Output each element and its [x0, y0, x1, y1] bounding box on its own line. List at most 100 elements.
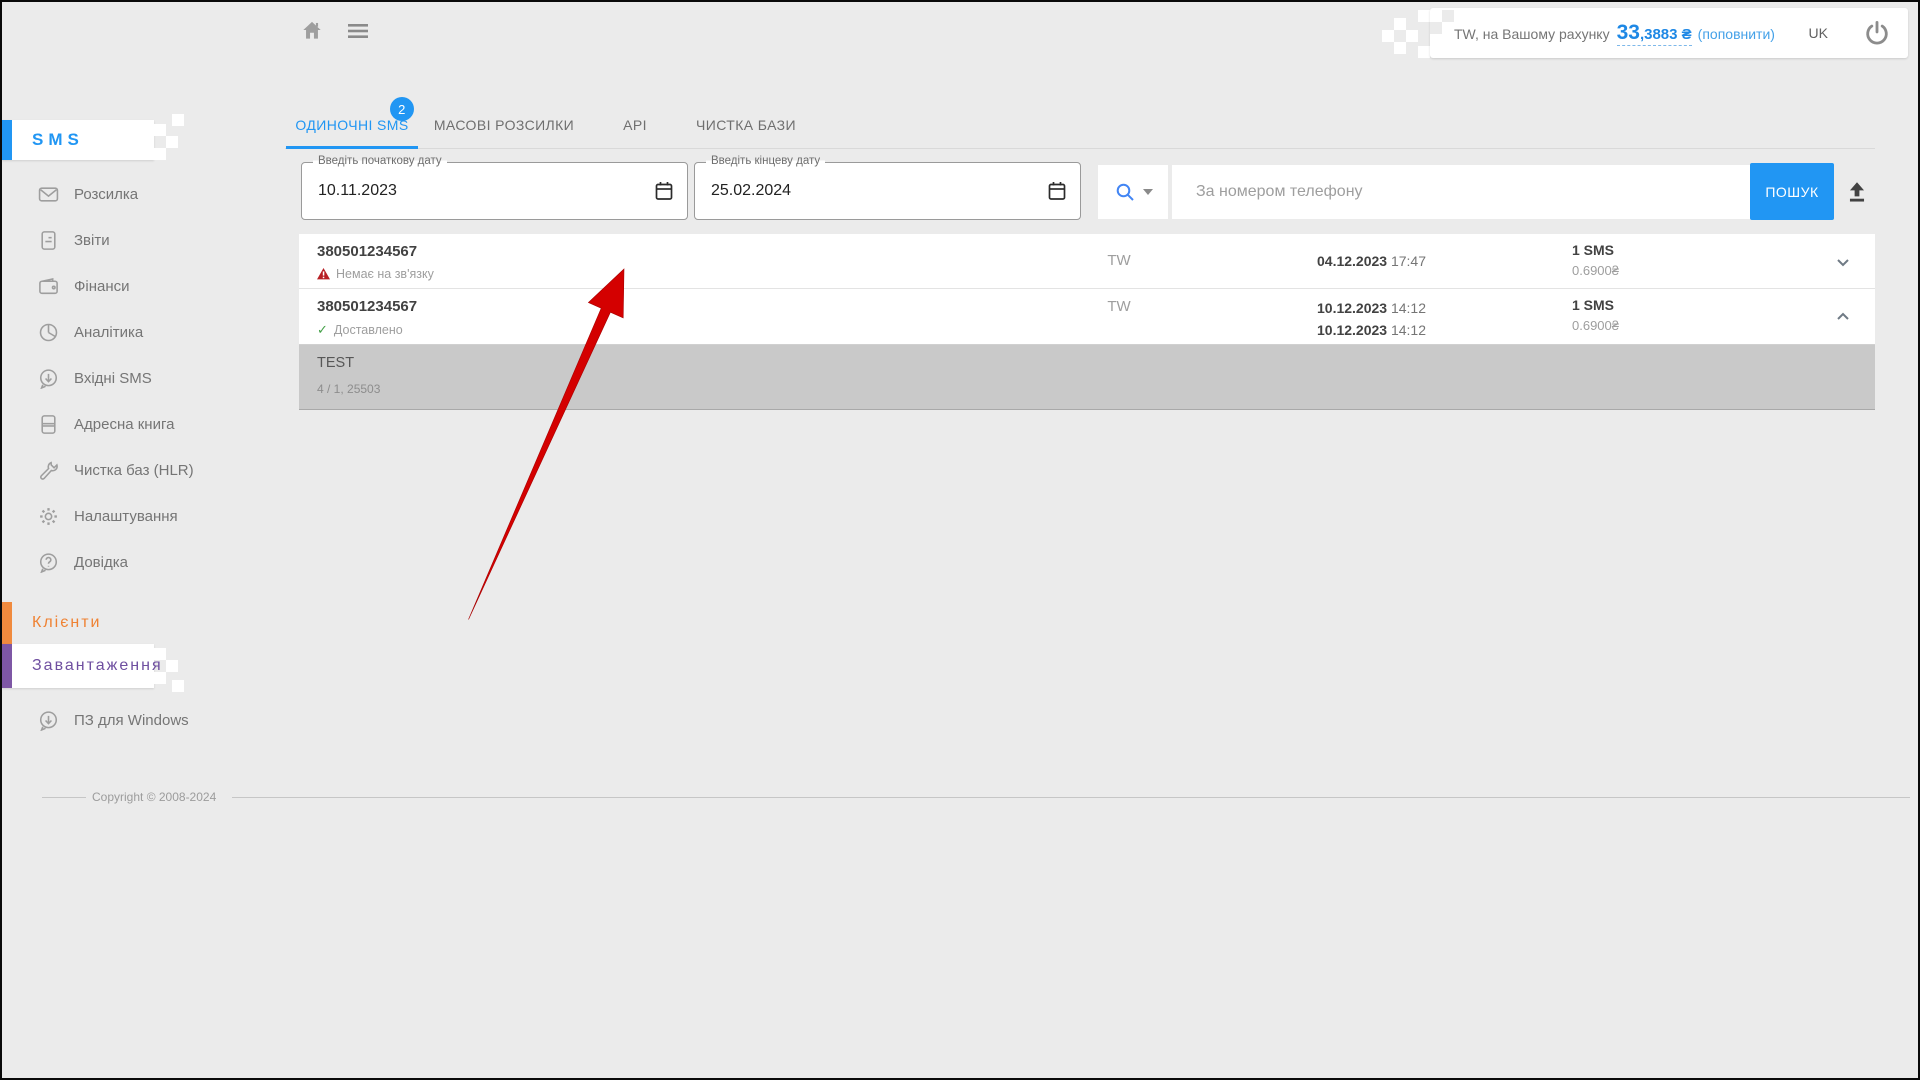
pixel-decor [154, 648, 166, 660]
sidebar-item-label: Аналітика [74, 324, 143, 341]
row-datetime: 04.12.2023 17:47 [1317, 253, 1426, 269]
upload-icon [1844, 179, 1870, 205]
pixel-decor [154, 124, 166, 136]
date-to-input[interactable]: Введіть кінцеву дату 25.02.2024 [694, 162, 1081, 220]
tab-single-sms[interactable]: ОДИНОЧНІ SMS 2 [286, 100, 418, 149]
balance-main: 33 [1617, 21, 1640, 44]
inbox-bubble-icon [38, 368, 59, 389]
row-date: 10.12.2023 [1317, 300, 1387, 316]
pixel-decor [172, 114, 184, 126]
home-button[interactable] [296, 14, 328, 46]
pixel-decor [1430, 22, 1442, 34]
sidebar-item-label: Чистка баз (HLR) [74, 462, 194, 479]
collapse-row-button[interactable] [1831, 305, 1855, 334]
tab-label: МАСОВІ РОЗСИЛКИ [434, 117, 574, 133]
row-time: 14:12 [1391, 322, 1426, 338]
row-sms-count: 1 SMS [1572, 242, 1614, 258]
sidebar-section-sms-label: SMS [32, 130, 84, 150]
sidebar-item-label: Адресна книга [74, 416, 174, 433]
tab-label: ЧИСТКА БАЗИ [696, 117, 796, 133]
gear-icon [38, 506, 59, 527]
pixel-decor [1418, 46, 1430, 58]
row-sender: TW [1059, 252, 1179, 269]
warning-icon [317, 268, 330, 280]
tab-base-cleaning[interactable]: ЧИСТКА БАЗИ [682, 100, 810, 149]
date-from-value: 10.11.2023 [318, 163, 397, 219]
chevron-down-icon [1143, 189, 1153, 195]
tab-badge: 2 [390, 97, 414, 121]
search-input[interactable] [1172, 165, 1750, 219]
pixel-decor [1418, 10, 1430, 22]
chevron-down-icon [1831, 250, 1855, 274]
sidebar-item-rozsylka[interactable]: Розсилка [2, 171, 272, 217]
chevron-up-icon [1831, 305, 1855, 329]
balance-amount[interactable]: 33,3883 ₴ [1617, 21, 1692, 46]
export-button[interactable] [1842, 177, 1872, 207]
topup-link[interactable]: (поповнити) [1698, 26, 1775, 42]
row-phone: 380501234567 [317, 243, 417, 260]
pixel-decor [166, 136, 178, 148]
address-book-icon [38, 414, 59, 435]
table-row[interactable]: 380501234567 ✓ Доставлено TW 10.12.2023 … [299, 289, 1875, 345]
sidebar-item-chystka-baz[interactable]: Чистка баз (HLR) [2, 447, 272, 493]
sidebar-section-sms[interactable]: SMS [2, 120, 154, 160]
row-status-text: Немає на зв'язку [336, 267, 434, 281]
sidebar-item-label: Звіти [74, 232, 110, 249]
sidebar-section-downloads[interactable]: Завантаження [2, 644, 154, 688]
search-type-dropdown[interactable] [1098, 165, 1168, 219]
row-time: 14:12 [1391, 300, 1426, 316]
sidebar-item-adresna-knyha[interactable]: Адресна книга [2, 401, 272, 447]
tab-api[interactable]: API [609, 100, 661, 149]
search-icon [1114, 181, 1136, 203]
sidebar-item-vhidni-sms[interactable]: Вхідні SMS [2, 355, 272, 401]
pixel-decor [1394, 18, 1406, 30]
home-icon [299, 17, 325, 43]
sidebar-item-windows-software[interactable]: ПЗ для Windows [2, 697, 272, 743]
sidebar-item-nalashtuvannia[interactable]: Налаштування [2, 493, 272, 539]
sidebar-item-dovidka[interactable]: Довідка [2, 539, 272, 585]
sidebar-item-label: Довідка [74, 554, 128, 571]
language-label: UK [1809, 25, 1828, 41]
expand-row-button[interactable] [1831, 250, 1855, 279]
hamburger-menu-button[interactable] [344, 17, 372, 45]
sidebar-item-analityka[interactable]: Аналітика [2, 309, 272, 355]
app-window: TW, на Вашому рахунку 33,3883 ₴ (поповни… [0, 0, 1920, 1080]
search-button[interactable]: ПОШУК [1750, 163, 1834, 220]
row-datetime: 10.12.2023 14:1210.12.2023 14:12 [1317, 297, 1426, 341]
copyright: Copyright © 2008-2024 [92, 790, 216, 804]
row-time: 17:47 [1391, 253, 1426, 269]
sidebar-section-downloads-label: Завантаження [32, 657, 163, 675]
table-row[interactable]: 380501234567 Немає на зв'язку TW 04.12.2… [299, 234, 1875, 289]
row-status: Немає на зв'язку [317, 267, 434, 281]
search-field-wrap [1172, 165, 1750, 219]
logout-button[interactable] [1862, 18, 1892, 48]
balance-fraction: ,3883 ₴ [1640, 26, 1692, 43]
row-price: 0.6900₴ [1572, 318, 1619, 333]
sidebar-item-label: ПЗ для Windows [74, 712, 189, 729]
download-bubble-icon [38, 710, 59, 731]
calendar-icon[interactable] [654, 180, 674, 207]
question-icon [38, 552, 59, 573]
date-from-input[interactable]: Введіть початкову дату 10.11.2023 [301, 162, 688, 220]
date-to-value: 25.02.2024 [711, 163, 791, 219]
divider [232, 797, 1910, 798]
tab-mass-mailings[interactable]: МАСОВІ РОЗСИЛКИ [418, 100, 590, 149]
sidebar-item-zvity[interactable]: Звіти [2, 217, 272, 263]
pie-chart-icon [38, 322, 59, 343]
row-status-text: Доставлено [334, 323, 403, 337]
row-status: ✓ Доставлено [317, 322, 403, 338]
sidebar-item-label: Налаштування [74, 508, 178, 525]
row-date: 04.12.2023 [1317, 253, 1387, 269]
row-phone: 380501234567 [317, 298, 417, 315]
pixel-decor [1382, 30, 1394, 42]
language-switcher[interactable]: UK [1779, 25, 1828, 41]
calendar-icon[interactable] [1047, 180, 1067, 207]
row-expanded-detail: TEST 4 / 1, 25503 [299, 345, 1875, 410]
row-sms-count: 1 SMS [1572, 297, 1614, 313]
account-panel: TW, на Вашому рахунку 33,3883 ₴ (поповни… [1430, 8, 1908, 58]
sidebar-item-label: Вхідні SMS [74, 370, 152, 387]
sidebar-item-label: Фінанси [74, 278, 130, 295]
row-sender: TW [1059, 298, 1179, 315]
sidebar-section-clients[interactable]: Клієнти [2, 602, 272, 644]
sidebar-item-finansy[interactable]: Фінанси [2, 263, 272, 309]
